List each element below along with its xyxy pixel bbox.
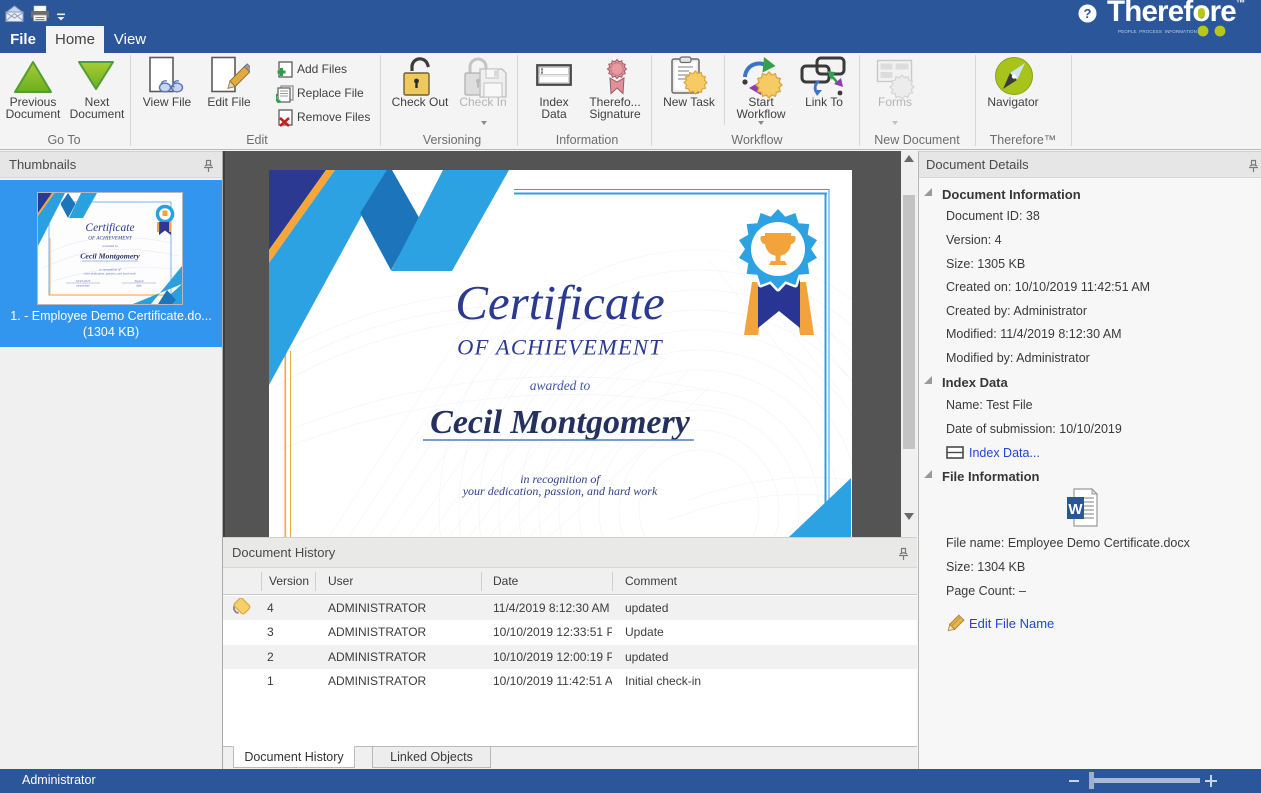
- svg-text:10/10/2019: 10/10/2019: [76, 279, 91, 283]
- svg-text:W: W: [1068, 501, 1083, 518]
- svg-text:awarded to: awarded to: [102, 244, 118, 248]
- svg-text:Cecil Montgomery: Cecil Montgomery: [80, 252, 140, 261]
- svg-text:Certificate: Certificate: [455, 275, 665, 330]
- svg-text:?: ?: [1084, 6, 1092, 21]
- svg-text:OF ACHIEVEMENT: OF ACHIEVEMENT: [457, 335, 663, 360]
- svg-text:Cecil Montgomery: Cecil Montgomery: [430, 404, 691, 441]
- svg-text:Certificate: Certificate: [85, 222, 134, 234]
- svg-text:date: date: [136, 284, 142, 288]
- svg-text:awarded to: awarded to: [530, 378, 591, 393]
- svg-text:OF ACHIEVEMENT: OF ACHIEVEMENT: [88, 236, 133, 242]
- svg-text:your dedication, passion, and: your dedication, passion, and hard work: [462, 484, 658, 498]
- svg-text:award date: award date: [76, 284, 90, 288]
- svg-text:Signed: Signed: [135, 279, 144, 283]
